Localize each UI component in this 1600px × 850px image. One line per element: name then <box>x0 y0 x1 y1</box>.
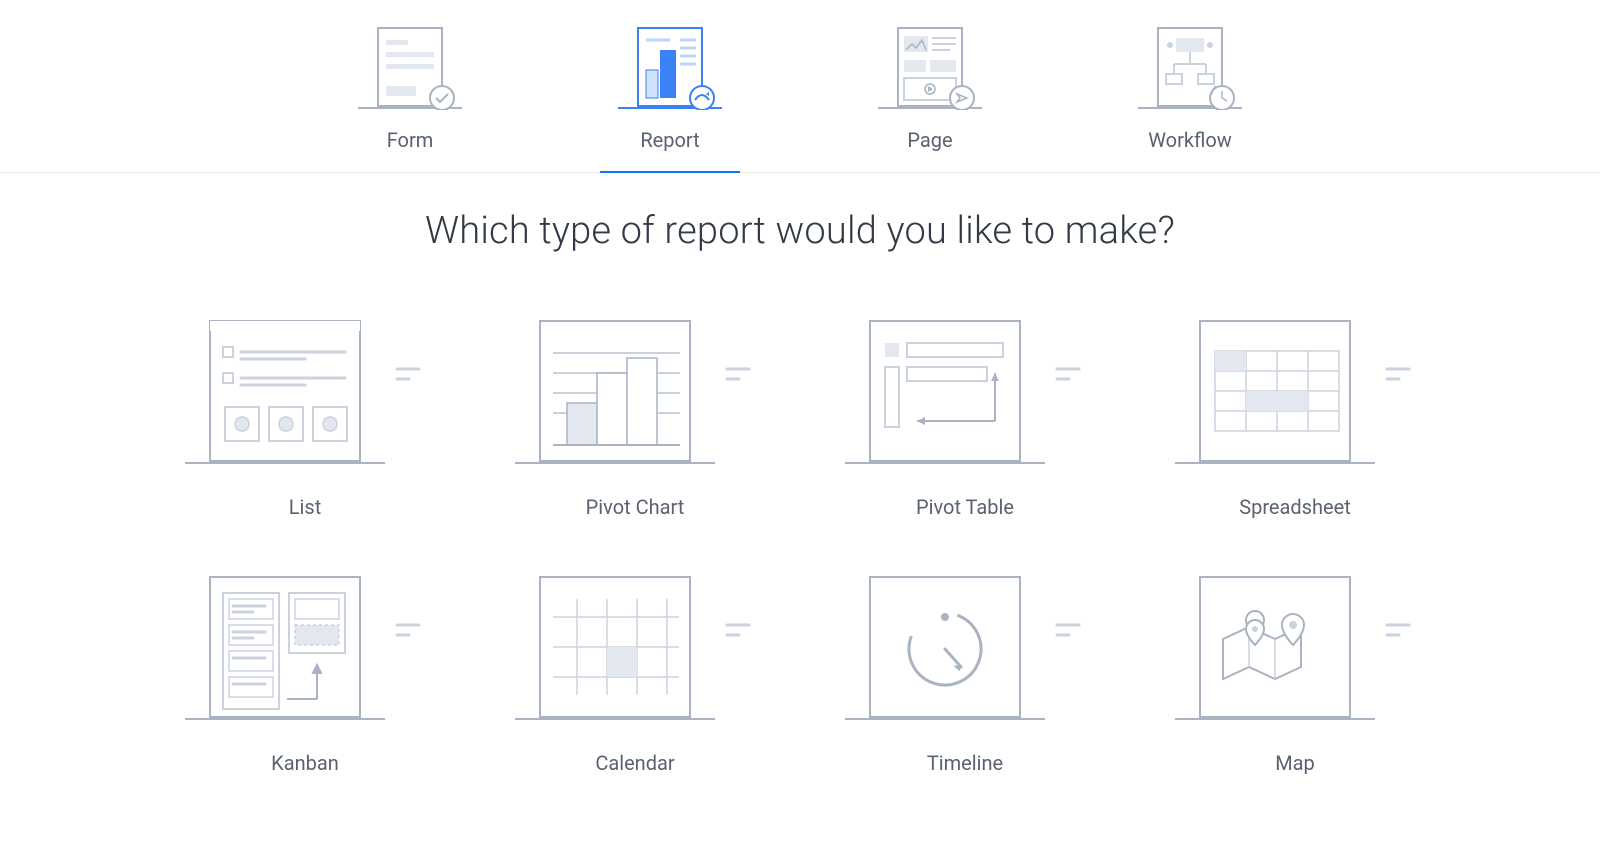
report-type-calendar-label: Calendar <box>595 751 674 775</box>
report-type-timeline-label: Timeline <box>927 751 1003 775</box>
report-type-pivot-table[interactable]: Pivot Table <box>800 303 1130 519</box>
report-type-calendar[interactable]: Calendar <box>470 559 800 775</box>
report-type-map[interactable]: Map <box>1130 559 1460 775</box>
report-type-timeline[interactable]: Timeline <box>800 559 1130 775</box>
list-icon <box>175 303 435 473</box>
calendar-icon <box>505 559 765 729</box>
form-icon <box>350 20 470 110</box>
report-type-list[interactable]: List <box>140 303 470 519</box>
tab-report-label: Report <box>640 128 699 152</box>
tab-form-label: Form <box>387 128 434 152</box>
report-type-map-label: Map <box>1275 751 1315 775</box>
tab-page-label: Page <box>907 128 952 152</box>
workflow-icon <box>1130 20 1250 110</box>
pivot-chart-icon <box>505 303 765 473</box>
top-tabs: Form Report <box>0 0 1600 173</box>
timeline-icon <box>835 559 1095 729</box>
report-type-spreadsheet-label: Spreadsheet <box>1239 495 1351 519</box>
report-type-kanban[interactable]: Kanban <box>140 559 470 775</box>
report-type-pivot-chart[interactable]: Pivot Chart <box>470 303 800 519</box>
report-type-grid: List Pivot Chart <box>0 303 1600 775</box>
report-type-kanban-label: Kanban <box>271 751 339 775</box>
tab-page[interactable]: Page <box>860 20 1000 172</box>
tab-report[interactable]: Report <box>600 20 740 172</box>
map-icon <box>1165 559 1425 729</box>
pivot-table-icon <box>835 303 1095 473</box>
report-icon <box>610 20 730 110</box>
spreadsheet-icon <box>1165 303 1425 473</box>
kanban-icon <box>175 559 435 729</box>
report-type-pivot-chart-label: Pivot Chart <box>586 495 685 519</box>
tab-workflow[interactable]: Workflow <box>1120 20 1260 172</box>
report-type-spreadsheet[interactable]: Spreadsheet <box>1130 303 1460 519</box>
page-icon <box>870 20 990 110</box>
report-type-pivot-table-label: Pivot Table <box>916 495 1014 519</box>
report-type-list-label: List <box>289 495 322 519</box>
tab-form[interactable]: Form <box>340 20 480 172</box>
page-heading: Which type of report would you like to m… <box>0 209 1600 253</box>
tab-workflow-label: Workflow <box>1148 128 1232 152</box>
